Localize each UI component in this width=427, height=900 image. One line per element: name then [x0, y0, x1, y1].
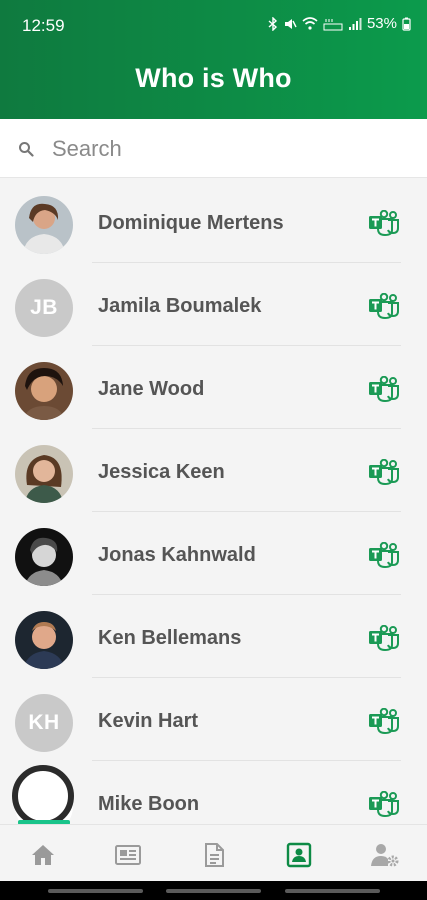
- avatar: KH: [15, 694, 73, 752]
- app-header: 12:59 53% Who is Who: [0, 0, 427, 119]
- loading-indicator: [12, 765, 74, 827]
- contact-name: Mike Boon: [98, 793, 200, 815]
- contact-name: Jane Wood: [98, 378, 205, 400]
- teams-icon[interactable]: [368, 625, 400, 651]
- home-icon: [32, 845, 54, 865]
- search-input[interactable]: [52, 132, 412, 166]
- status-time: 12:59: [22, 16, 65, 35]
- news-icon: [115, 845, 141, 865]
- gesture-segment: [166, 889, 261, 893]
- contact-row[interactable]: Jane Wood: [0, 346, 427, 429]
- bottom-nav: [0, 824, 427, 881]
- contact-row[interactable]: JB Jamila Boumalek: [0, 263, 427, 346]
- status-bar: 12:59 53%: [0, 0, 427, 52]
- teams-icon[interactable]: [368, 376, 400, 402]
- contact-row[interactable]: Ken Bellemans: [0, 595, 427, 678]
- document-icon: [205, 843, 224, 867]
- nav-home[interactable]: [28, 840, 58, 870]
- contacts-icon: [286, 842, 312, 868]
- teams-icon[interactable]: [368, 708, 400, 734]
- contact-list: Dominique Mertens JB Jamila Boumalek Jan…: [0, 180, 427, 824]
- nav-news[interactable]: [113, 840, 143, 870]
- battery-icon: [402, 17, 411, 31]
- contact-name: Jamila Boumalek: [98, 295, 262, 317]
- teams-icon[interactable]: [368, 293, 400, 319]
- contact-name: Ken Bellemans: [98, 627, 242, 649]
- wifi-icon: [302, 17, 318, 30]
- avatar: [15, 611, 73, 669]
- search-bar: [0, 119, 427, 178]
- avatar: [15, 196, 73, 254]
- teams-icon[interactable]: [368, 542, 400, 568]
- status-icons: 53%: [268, 15, 411, 32]
- nav-documents[interactable]: [199, 840, 229, 870]
- contact-name: Dominique Mertens: [98, 212, 284, 234]
- contact-name: Jonas Kahnwald: [98, 544, 256, 566]
- gesture-segment: [48, 889, 143, 893]
- contact-row[interactable]: Dominique Mertens: [0, 180, 427, 263]
- lte-icon: [323, 18, 343, 30]
- avatar: [15, 362, 73, 420]
- user-settings-icon: [371, 844, 399, 867]
- contact-row[interactable]: KH Kevin Hart: [0, 678, 427, 761]
- signal-icon: [348, 17, 362, 30]
- contact-row[interactable]: Jonas Kahnwald: [0, 512, 427, 595]
- nav-contacts[interactable]: [284, 840, 314, 870]
- nav-user-settings[interactable]: [370, 840, 400, 870]
- search-icon: [19, 142, 34, 157]
- page-title: Who is Who: [135, 63, 292, 93]
- avatar: JB: [15, 279, 73, 337]
- mute-icon: [284, 18, 297, 29]
- gesture-segment: [285, 889, 380, 893]
- contact-name: Kevin Hart: [98, 710, 199, 732]
- teams-icon[interactable]: [368, 459, 400, 485]
- teams-icon[interactable]: [368, 791, 400, 817]
- avatar: [15, 445, 73, 503]
- bluetooth-icon: [268, 16, 277, 31]
- contact-name: Jessica Keen: [98, 461, 225, 483]
- gesture-bar: [0, 881, 427, 900]
- contact-row[interactable]: Jessica Keen: [0, 429, 427, 512]
- avatar: [15, 528, 73, 586]
- teams-icon[interactable]: [368, 210, 400, 236]
- battery-percent: 53%: [366, 15, 397, 32]
